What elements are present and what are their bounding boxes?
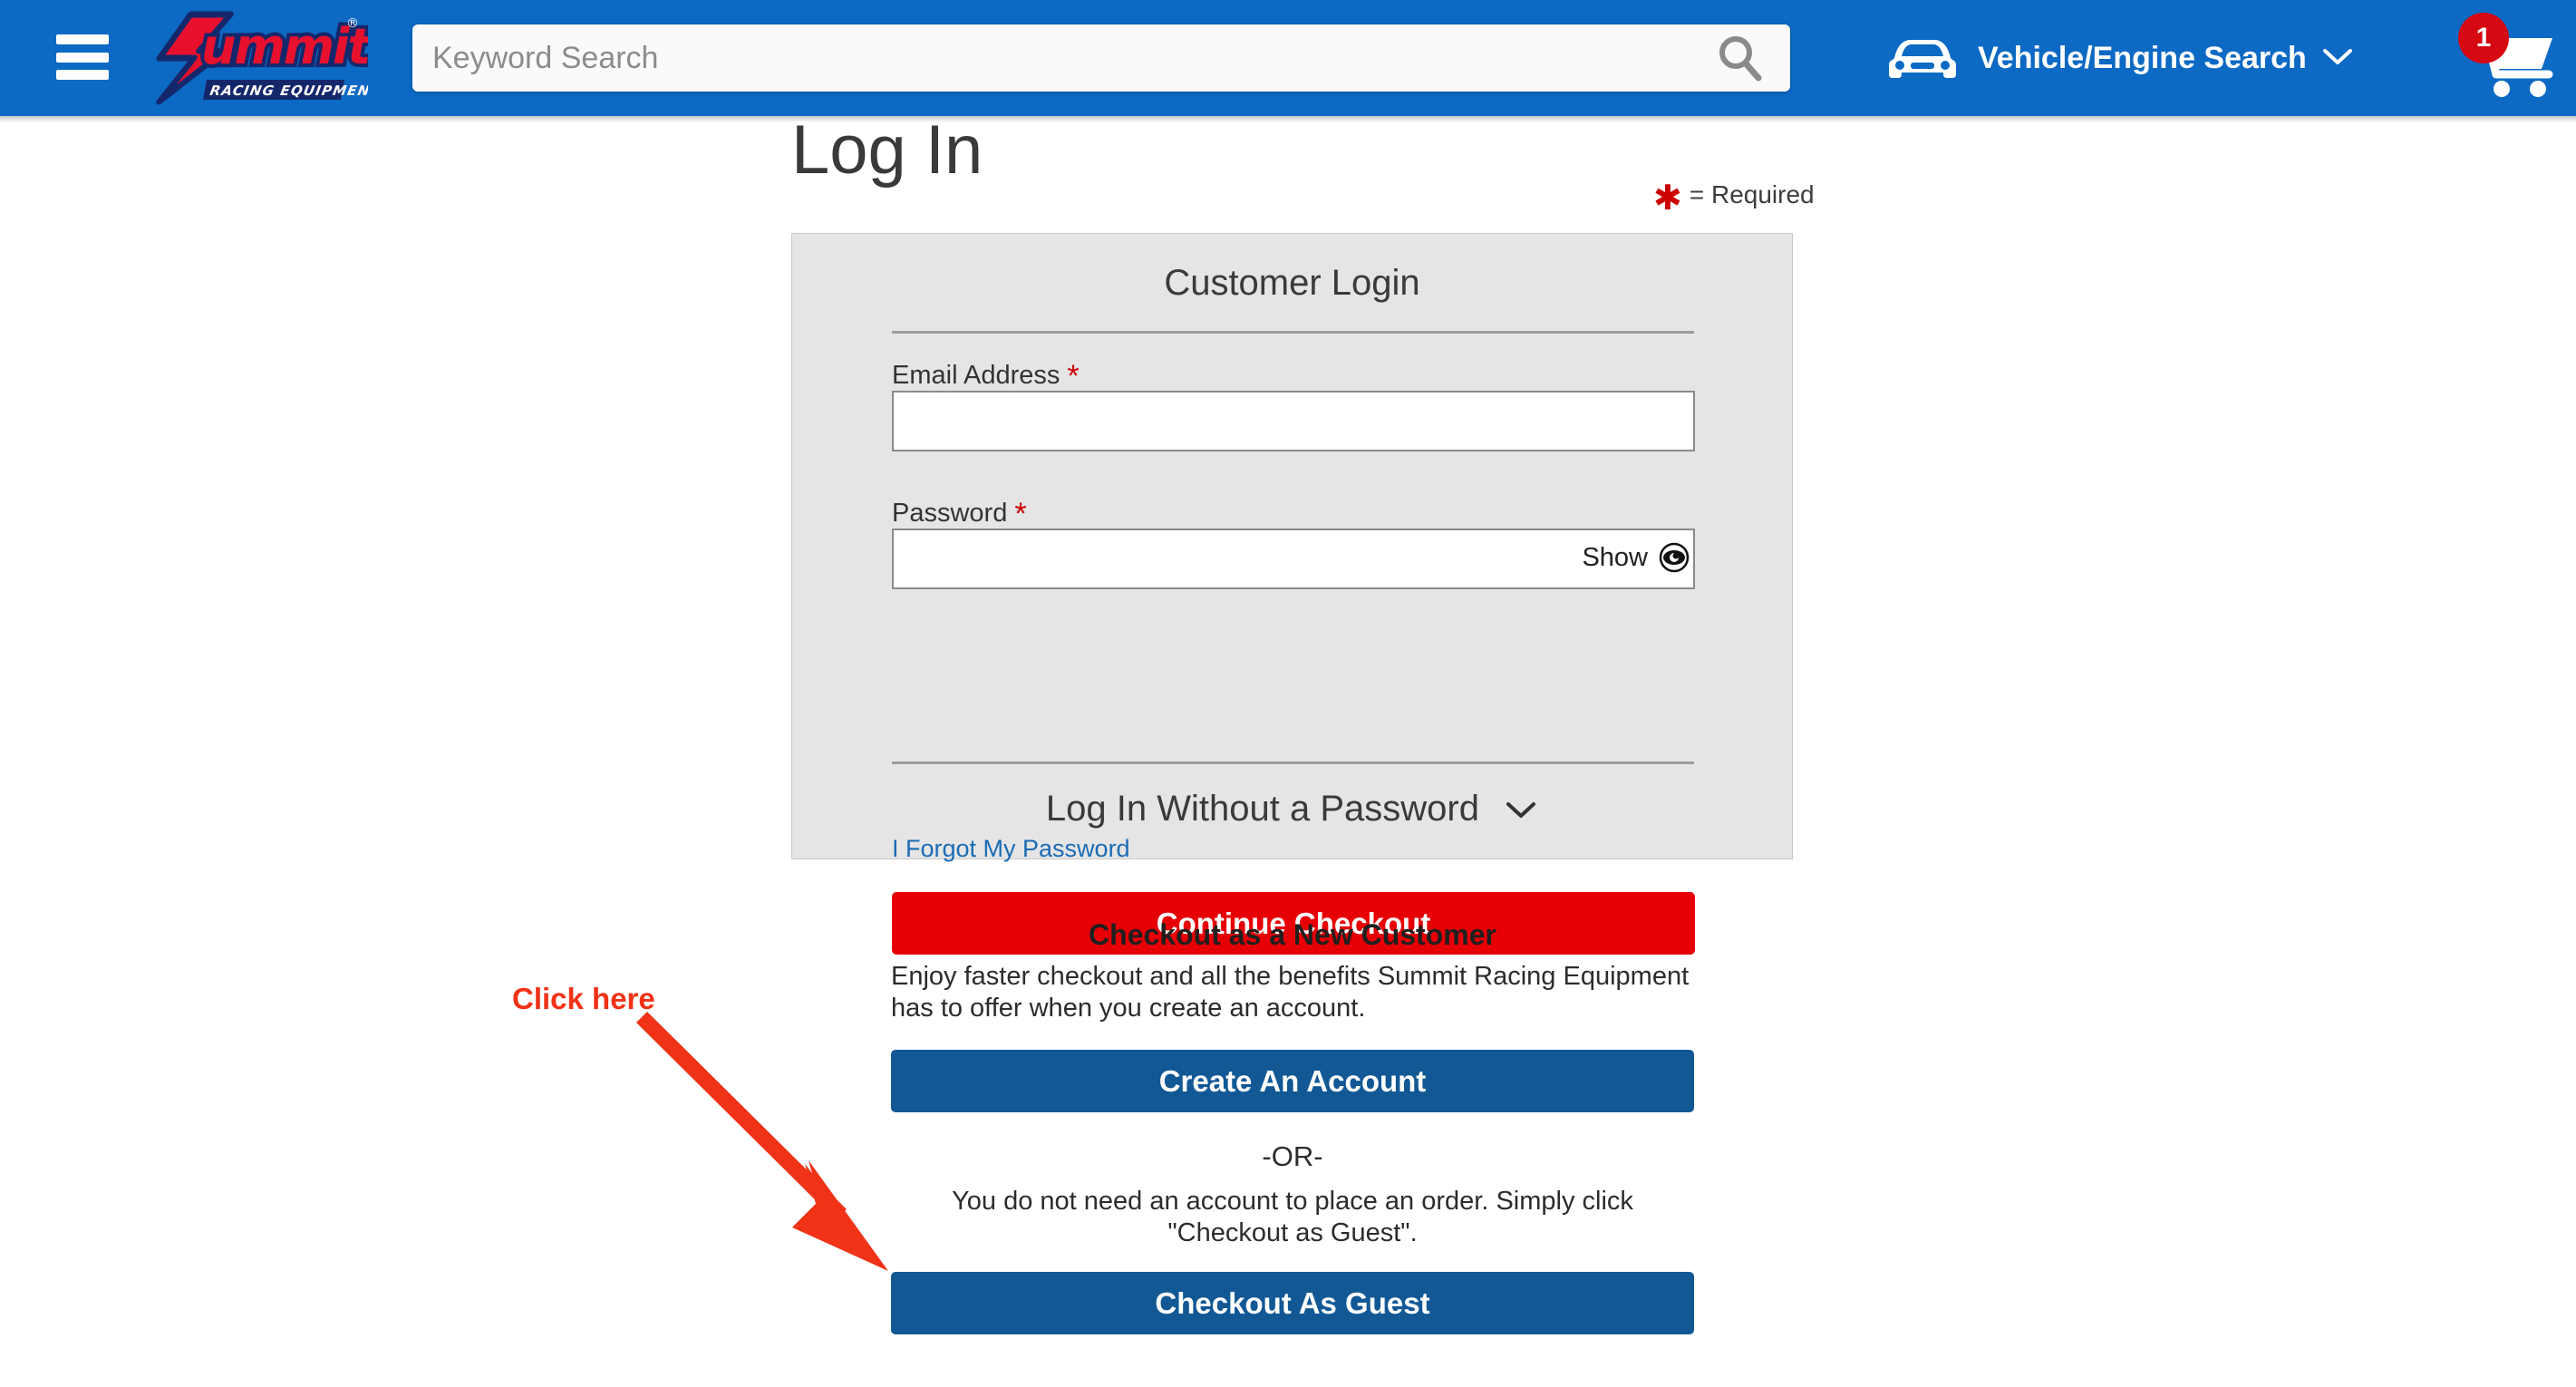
annotation-arrow-icon [636,1011,888,1271]
customer-login-heading: Customer Login [1164,263,1420,303]
login-without-password-toggle[interactable]: Log In Without a Password [792,789,1792,829]
create-account-button[interactable]: Create An Account [891,1050,1694,1112]
vehicle-search-label: Vehicle/Engine Search [1978,40,2307,75]
chevron-down-icon [1504,789,1538,829]
site-header: ummit RACING EQUIPMENT ® Vehicle/Engine … [0,0,2576,116]
show-password-label: Show [1582,542,1648,572]
annotation-click-here-label: Click here [512,982,655,1015]
new-customer-description: Enjoy faster checkout and all the benefi… [891,962,1690,1023]
login-without-password-label: Log In Without a Password [1045,789,1479,829]
new-customer-heading: Checkout as a New Customer [1089,918,1496,951]
forgot-password-link[interactable]: I Forgot My Password [892,835,1130,863]
or-separator: -OR- [1262,1140,1323,1172]
logo-graphic: ummit RACING EQUIPMENT ® [156,11,383,105]
page-title: Log In [791,112,983,189]
show-password-toggle[interactable]: Show [1582,542,1690,573]
cart-count-badge: 1 [2458,13,2509,63]
car-icon [1889,40,1956,78]
email-field[interactable] [892,391,1695,451]
search-icon [1719,36,1762,82]
password-label-text: Password [892,499,1008,528]
password-label: Password * [892,494,1027,531]
email-required-asterisk: * [1067,359,1080,393]
svg-text:RACING EQUIPMENT: RACING EQUIPMENT [208,82,368,99]
keyword-search-box[interactable] [412,24,1790,92]
svg-text:®: ® [346,16,359,31]
guest-checkout-description: You do not need an account to place an o… [952,1187,1633,1248]
search-button[interactable] [1690,24,1790,92]
required-legend: ✱ = Required [1653,178,1815,216]
shopping-cart-button[interactable]: 1 [2458,13,2565,103]
vehicle-engine-search[interactable]: Vehicle/Engine Search [1885,24,2354,92]
required-legend-text: = Required [1689,180,1815,209]
checkout-as-guest-button[interactable]: Checkout As Guest [891,1272,1694,1334]
eye-icon [1659,542,1690,573]
hamburger-bar [56,52,109,63]
hamburger-menu-icon[interactable] [56,34,109,80]
required-asterisk-icon: ✱ [1653,179,1682,218]
divider-bottom [892,761,1694,764]
summit-racing-logo[interactable]: ummit RACING EQUIPMENT ® [154,7,383,109]
svg-text:ummit: ummit [201,18,368,75]
hamburger-bar [56,34,109,44]
customer-login-card: Customer Login Email Address * Password * … [791,233,1793,955]
search-input[interactable] [412,26,1690,90]
password-field[interactable] [892,529,1695,589]
email-label-text: Email Address [892,361,1060,390]
header-shadow [0,116,2576,122]
password-required-asterisk: * [1014,497,1027,531]
hamburger-bar [56,70,109,80]
chevron-down-icon [2321,46,2354,71]
email-label: Email Address * [892,356,1080,393]
divider-top [892,331,1694,334]
